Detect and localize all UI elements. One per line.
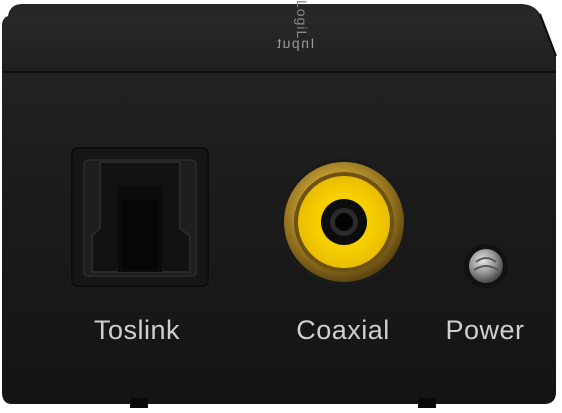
foot-right xyxy=(418,398,436,408)
power-led-icon xyxy=(464,244,508,288)
device-photo: LogiL Input Toslink Coaxial Power xyxy=(0,0,562,408)
foot-left xyxy=(130,398,148,408)
rca-jack-icon xyxy=(280,158,408,286)
toslink-port-icon xyxy=(71,147,209,287)
toslink-label: Toslink xyxy=(93,315,181,345)
power-label: Power xyxy=(445,315,525,345)
input-label: Input xyxy=(275,35,315,51)
coaxial-label: Coaxial xyxy=(296,315,390,345)
